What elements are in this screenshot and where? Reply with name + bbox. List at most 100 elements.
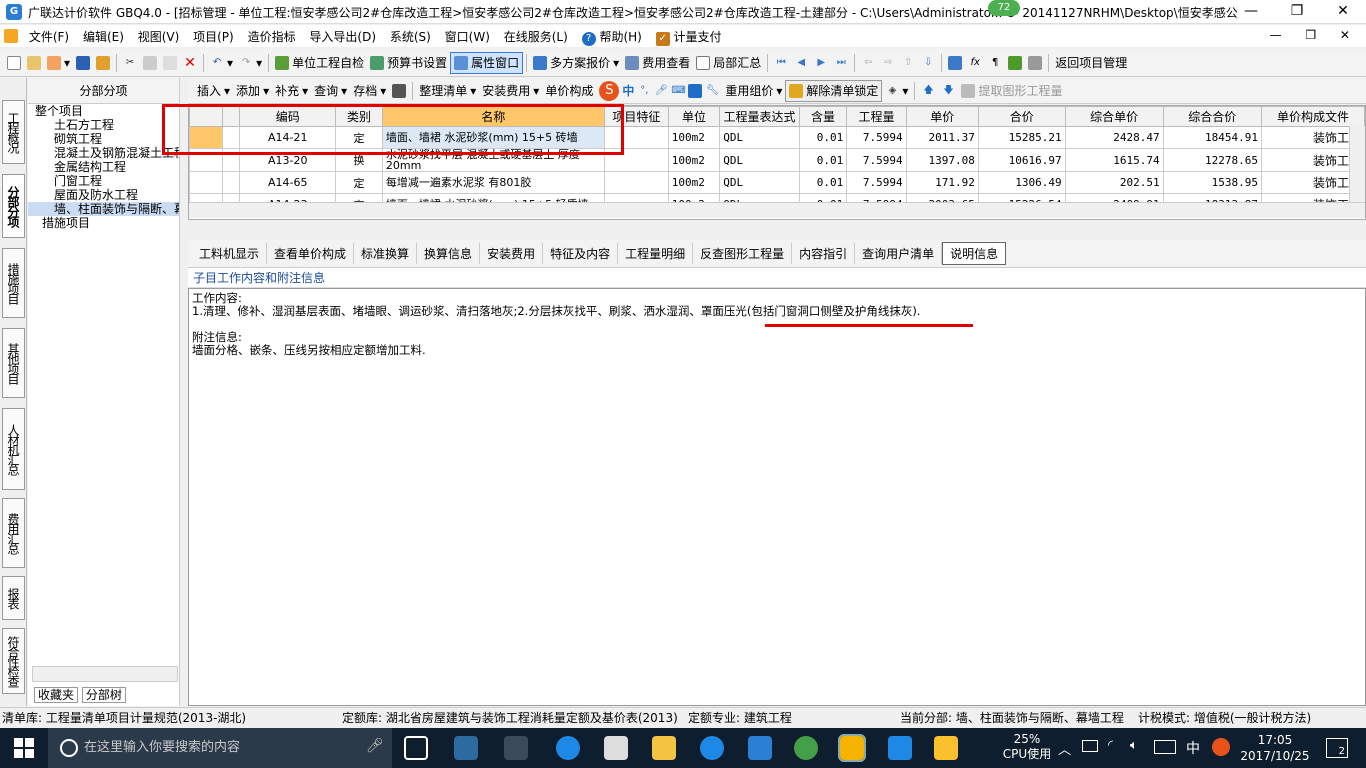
next-record-button[interactable]: ▶ <box>811 52 831 74</box>
clock[interactable]: 17:05 2017/10/25 <box>1240 732 1310 764</box>
restore-button[interactable]: ❐ <box>1274 0 1320 24</box>
extract-quantity-button[interactable]: 提取图形工程量 <box>958 80 1065 102</box>
col-quantity[interactable]: 工程量 <box>846 106 907 127</box>
move-up-button[interactable]: ⇧ <box>898 52 918 74</box>
task-view-icon[interactable] <box>404 736 428 760</box>
g-app-icon[interactable] <box>504 736 528 760</box>
delete-button[interactable]: ✕ <box>180 52 200 74</box>
cell-comprehensive-total[interactable]: 18454.91 <box>1162 126 1262 149</box>
paste-button[interactable] <box>160 52 180 74</box>
cell-comprehensive-price[interactable]: 2428.47 <box>1064 126 1164 149</box>
multi-plan-button[interactable]: 多方案报价 ▾ <box>530 52 622 74</box>
edge-browser-icon[interactable] <box>556 736 580 760</box>
cell-unit-price[interactable]: 1397.08 <box>905 148 979 172</box>
tab-compliance-check[interactable]: 符合性检查 <box>2 628 25 694</box>
tab-features-content[interactable]: 特征及内容 <box>543 243 619 264</box>
supplement-button[interactable]: 补充 ▾ <box>272 80 311 102</box>
self-check-button[interactable]: 单位工程自检 <box>272 52 367 74</box>
mdi-controls[interactable]: — ❐ ✕ <box>1270 28 1360 42</box>
cell-quantity[interactable]: 7.5994 <box>846 126 907 149</box>
panel-splitter[interactable] <box>180 78 188 706</box>
ime-indicator[interactable]: 中 <box>1186 738 1200 758</box>
menu-system[interactable]: 系统(S) <box>385 25 436 48</box>
tab-favorites[interactable]: 收藏夹 <box>34 687 79 703</box>
menu-cost-index[interactable]: 造价指标 <box>243 25 301 48</box>
undo-button[interactable]: ↶ ▾ <box>207 52 236 74</box>
calculator-button[interactable] <box>945 52 965 74</box>
save-button[interactable] <box>73 52 93 74</box>
query-button[interactable]: 查询 ▾ <box>311 80 350 102</box>
cell-expression[interactable]: QDL <box>719 148 800 172</box>
menu-file[interactable]: 文件(F) <box>24 25 74 48</box>
open-button[interactable]: ▾ <box>44 52 73 74</box>
move-down-button[interactable]: ⇩ <box>918 52 938 74</box>
cell-content[interactable]: 0.01 <box>798 148 848 172</box>
archive-button[interactable]: 存档 ▾ <box>350 80 389 102</box>
cell-type[interactable]: 定 <box>335 171 383 194</box>
reuse-pricing-button[interactable]: 重用组价 ▾ <box>722 80 785 102</box>
move-right-button[interactable]: ⇨ <box>878 52 898 74</box>
last-record-button[interactable]: ⏭ <box>831 52 851 74</box>
cell-total[interactable]: 1306.49 <box>977 171 1066 194</box>
cell-total[interactable]: 15285.21 <box>977 126 1066 149</box>
menu-online-service[interactable]: 在线服务(L) <box>499 25 573 48</box>
tree-item[interactable]: 混凝土及钢筋混凝土工程 <box>28 146 179 160</box>
network-icon[interactable]: ◜ <box>1108 738 1113 753</box>
tab-quantity-details[interactable]: 工程量明细 <box>618 243 694 264</box>
tab-install-fee[interactable]: 安装费用 <box>480 243 544 264</box>
tab-description-info[interactable]: 说明信息 <box>942 242 1007 265</box>
tab-view-price-structure[interactable]: 查看单价构成 <box>267 243 355 264</box>
tab-standard-conversion[interactable]: 标准换算 <box>354 243 418 264</box>
new-template-button[interactable] <box>24 52 44 74</box>
fee-view-button[interactable]: 费用查看 <box>622 52 693 74</box>
keyboard-icon[interactable] <box>1154 740 1176 754</box>
prev-record-button[interactable]: ◀ <box>791 52 811 74</box>
new-button[interactable] <box>4 52 24 74</box>
cell-comprehensive-price[interactable]: 202.51 <box>1064 171 1164 194</box>
cell-unit[interactable]: 100m2 <box>667 148 721 172</box>
row-indicator[interactable] <box>189 171 223 194</box>
cell-expression[interactable]: QDL <box>719 171 800 194</box>
library-button[interactable] <box>1005 52 1025 74</box>
row-up-button[interactable]: 🡅 <box>918 80 938 102</box>
col-unit-price[interactable]: 单价 <box>905 106 979 127</box>
menu-project[interactable]: 项目(P) <box>188 25 239 48</box>
menu-payment[interactable]: ✓ 计量支付 <box>651 25 727 49</box>
add-button[interactable]: 添加 ▾ <box>233 80 272 102</box>
cell-feature[interactable] <box>603 171 669 194</box>
tree-item[interactable]: 门窗工程 <box>28 174 179 188</box>
tab-project-overview[interactable]: 工程概况 <box>2 100 25 164</box>
store-icon[interactable] <box>604 736 628 760</box>
unlock-list-button[interactable]: 解除清单锁定 <box>785 79 883 102</box>
description-info-panel[interactable]: 工作内容: 1.清理、修补、湿润基层表面、堵墙眼、调运砂浆、清扫落地灰;2.分层… <box>188 288 1366 706</box>
show-hidden-icons[interactable]: ︿ <box>1058 739 1071 758</box>
cell-code[interactable]: A14-65 <box>239 171 337 194</box>
cell-expression[interactable]: QDL <box>719 126 800 149</box>
cell-comprehensive-total[interactable]: 12278.65 <box>1162 148 1262 172</box>
col-price-file[interactable]: 单价构成文件 <box>1260 106 1365 127</box>
cell-comprehensive-price[interactable]: 1615.74 <box>1064 148 1164 172</box>
cell-content[interactable]: 0.01 <box>798 171 848 194</box>
cell-comprehensive-total[interactable]: 1538.95 <box>1162 171 1262 194</box>
col-comprehensive-price[interactable]: 综合单价 <box>1064 106 1164 127</box>
cell-name[interactable]: 每增减一遍素水泥浆 有801胶 <box>381 171 605 194</box>
tab-measures[interactable]: 措施项目 <box>2 248 25 318</box>
fill-color-button[interactable]: ◈ ▾ <box>882 80 911 102</box>
property-window-button[interactable]: 属性窗口 <box>450 51 524 74</box>
cell-quantity[interactable]: 7.5994 <box>846 148 907 172</box>
menu-help[interactable]: ? 帮助(H) <box>577 25 647 49</box>
tree-item[interactable]: 金属结构工程 <box>28 160 179 174</box>
budget-settings-button[interactable]: 预算书设置 <box>367 52 450 74</box>
cell-total[interactable]: 10616.97 <box>977 148 1066 172</box>
ie-browser-icon[interactable] <box>700 736 724 760</box>
blue-plus-app-icon[interactable] <box>888 736 912 760</box>
tab-reverse-graphic-quantity[interactable]: 反查图形工程量 <box>693 243 793 264</box>
windows-start-icon[interactable] <box>14 738 34 758</box>
table-row[interactable]: A14-65 定 每增减一遍素水泥浆 有801胶 100m2 QDL 0.01 … <box>189 171 1365 194</box>
col-comprehensive-total[interactable]: 综合合价 <box>1162 106 1262 127</box>
return-project-button[interactable]: 返回项目管理 <box>1052 52 1130 74</box>
gbq-app-icon[interactable] <box>838 734 866 762</box>
tab-query-user-list[interactable]: 查询用户清单 <box>855 243 943 264</box>
tab-fee-summary[interactable]: 费用汇总 <box>2 498 25 568</box>
grid-horizontal-scrollbar[interactable] <box>189 202 1365 218</box>
